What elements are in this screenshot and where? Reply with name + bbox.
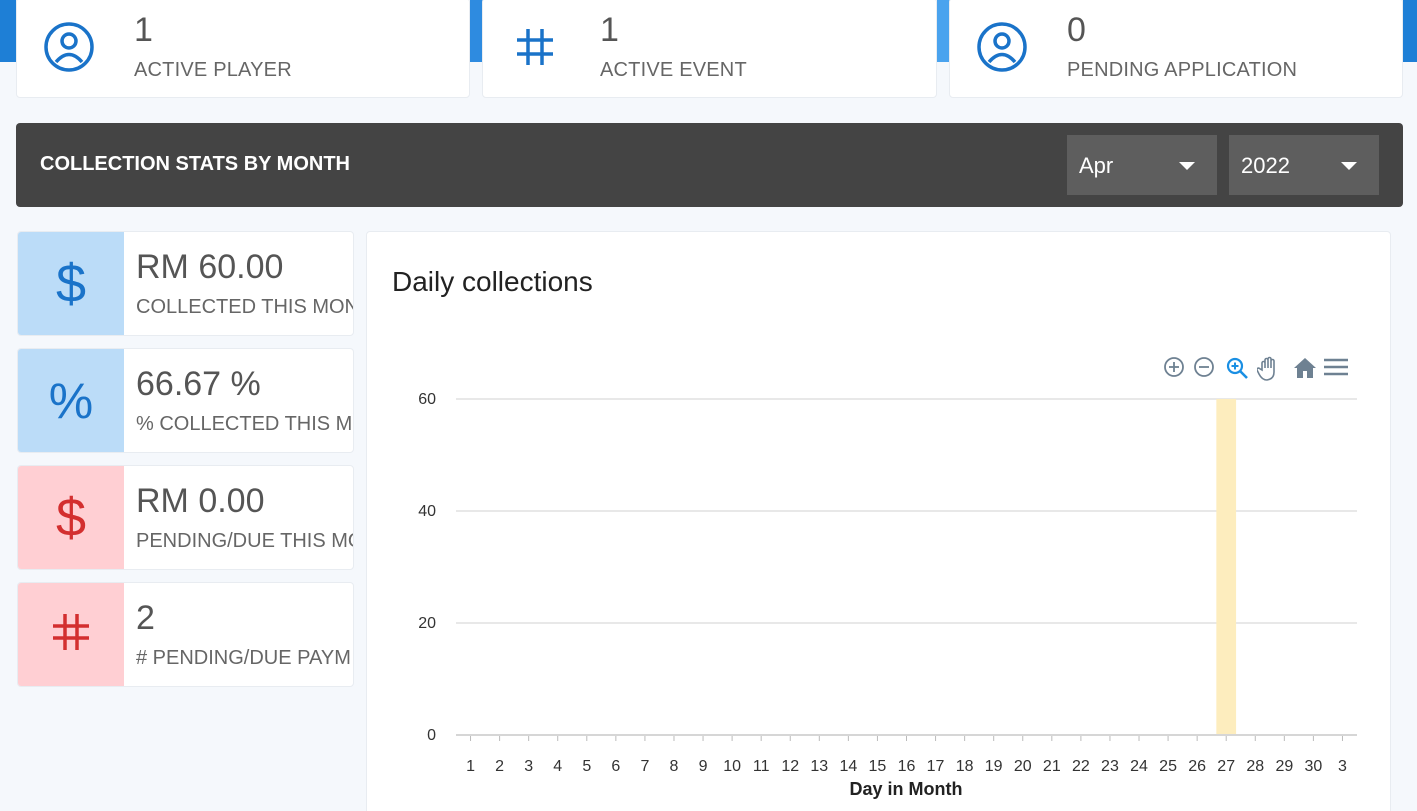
daily-collections-chart-card: Daily collections 0 20 40 60 1 2 3 4 5 6 7 8 9 10 11 12…	[366, 231, 1391, 811]
daily-collections-chart: 02040601 2 3 4 5 6 7 8 9 10 11 12 13 14 15 16 17 18 19 20 21…	[418, 391, 1357, 799]
x-tick-label: 11	[753, 758, 770, 775]
collected-this-month-card: $ RM 60.00 COLLECTED THIS MON	[17, 231, 354, 336]
dollar-icon: $	[55, 253, 87, 314]
percent-collected-card: % 66.67 % % COLLECTED THIS MO	[17, 348, 354, 453]
x-tick-label: 20	[1014, 758, 1032, 775]
month-select-value: Apr	[1079, 153, 1114, 178]
y-tick-label: 20	[418, 615, 436, 632]
x-tick-label: 24	[1130, 758, 1148, 775]
active-player-card: 1 ACTIVE PLAYER	[16, 0, 470, 98]
stat-value: RM 0.00	[136, 482, 265, 520]
stat-icon-box: $	[18, 232, 124, 335]
x-tick-label: 14	[839, 758, 857, 775]
percent-icon: %	[48, 372, 94, 429]
x-tick-label: 27	[1217, 758, 1235, 775]
x-tick-label: 30	[1305, 758, 1323, 775]
x-tick-label: 3	[1338, 758, 1347, 775]
x-tick-label: 10	[723, 758, 741, 775]
stat-label: COLLECTED THIS MON	[136, 296, 354, 318]
active-event-count: 1	[600, 11, 619, 49]
stat-icon-box: %	[18, 349, 124, 452]
x-tick-label: 12	[781, 758, 799, 775]
stat-icon-box: $	[18, 466, 124, 569]
y-tick-label: 60	[418, 391, 436, 408]
x-tick-label: 1	[466, 758, 475, 775]
x-tick-label: 7	[640, 758, 649, 775]
x-tick-label: 2	[495, 758, 504, 775]
accent-strip	[0, 0, 16, 62]
section-title: COLLECTION STATS BY MONTH	[40, 153, 350, 175]
active-player-label: ACTIVE PLAYER	[134, 59, 292, 81]
dollar-icon: $	[55, 487, 87, 548]
x-tick-label: 18	[956, 758, 974, 775]
x-tick-label: 6	[611, 758, 620, 775]
pending-due-card: $ RM 0.00 PENDING/DUE THIS MO	[17, 465, 354, 570]
x-tick-label: 5	[582, 758, 591, 775]
pending-due-payments-card: 2 # PENDING/DUE PAYM	[17, 582, 354, 687]
user-circle-icon	[976, 21, 1028, 73]
x-tick-label: 8	[670, 758, 679, 775]
year-select[interactable]: 2022	[1229, 135, 1379, 195]
y-tick-label: 0	[427, 727, 436, 744]
hash-icon	[47, 608, 95, 661]
x-tick-label: 21	[1043, 758, 1061, 775]
bar-day-27[interactable]	[1216, 399, 1237, 735]
stat-value: RM 60.00	[136, 248, 284, 286]
hash-icon	[509, 21, 561, 73]
x-tick-label: 15	[869, 758, 887, 775]
x-tick-label: 22	[1072, 758, 1090, 775]
x-tick-label: 28	[1246, 758, 1264, 775]
x-tick-label: 3	[524, 758, 533, 775]
active-player-count: 1	[134, 11, 153, 49]
year-select-value: 2022	[1241, 153, 1290, 178]
accent-strip	[1403, 0, 1417, 62]
stat-label: % COLLECTED THIS MO	[136, 413, 354, 435]
chevron-down-icon	[1341, 162, 1357, 170]
stat-value: 66.67 %	[136, 365, 261, 403]
active-event-label: ACTIVE EVENT	[600, 59, 747, 81]
month-select[interactable]: Apr	[1067, 135, 1217, 195]
user-circle-icon	[43, 21, 95, 73]
x-tick-label: 19	[985, 758, 1003, 775]
x-tick-label: 25	[1159, 758, 1177, 775]
x-axis-label: Day in Month	[850, 779, 963, 799]
stat-value: 2	[136, 599, 155, 637]
collection-stats-header: COLLECTION STATS BY MONTH Apr 2022	[16, 123, 1403, 207]
chevron-down-icon	[1179, 162, 1195, 170]
stat-icon-box	[18, 583, 124, 686]
stat-label: PENDING/DUE THIS MO	[136, 530, 354, 552]
x-tick-label: 9	[699, 758, 708, 775]
x-tick-label: 4	[553, 758, 562, 775]
active-event-card: 1 ACTIVE EVENT	[482, 0, 937, 98]
x-tick-label: 13	[810, 758, 828, 775]
stat-label: # PENDING/DUE PAYM	[136, 647, 351, 669]
pending-application-card: 0 PENDING APPLICATION	[949, 0, 1403, 98]
x-tick-label: 23	[1101, 758, 1119, 775]
x-tick-label: 16	[898, 758, 916, 775]
x-tick-label: 17	[927, 758, 945, 775]
pending-application-label: PENDING APPLICATION	[1067, 59, 1298, 81]
x-tick-label: 26	[1188, 758, 1206, 775]
x-tick-label: 29	[1275, 758, 1293, 775]
pending-application-count: 0	[1067, 11, 1086, 49]
y-tick-label: 40	[418, 503, 436, 520]
